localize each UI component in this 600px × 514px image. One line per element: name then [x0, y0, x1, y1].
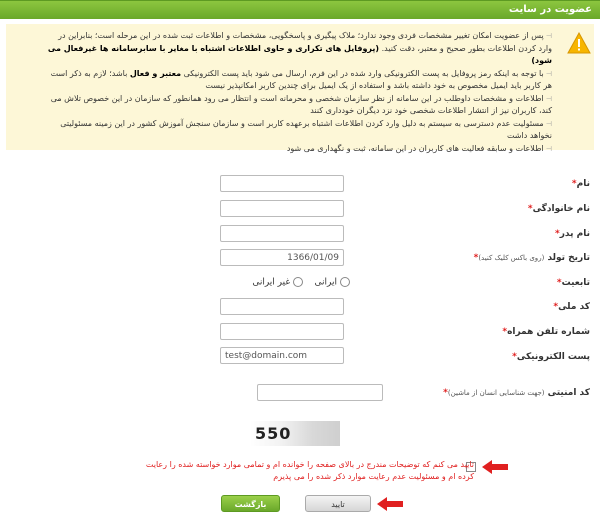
national-code-input[interactable] [220, 298, 344, 315]
birth-date-input[interactable] [220, 249, 344, 266]
mobile-label: شماره تلفن همراه* [502, 327, 590, 337]
arrow-left-icon [482, 460, 508, 474]
notice-item: با توجه به اینکه رمز پروفایل به پست الکت… [47, 68, 552, 93]
first-name-input[interactable] [220, 175, 344, 192]
father-name-label: نام پدر* [555, 229, 590, 239]
notice-list: پس از عضویت امکان تغییر مشخصات فردی وجود… [47, 30, 552, 155]
page-title: عضویت در سایت [508, 4, 592, 15]
agree-text: تایید می کنم که توضیحات مندرج در بالای ص… [145, 460, 474, 481]
mobile-input[interactable] [220, 323, 344, 340]
security-code-input[interactable] [257, 384, 383, 401]
national-code-label: کد ملی* [553, 302, 590, 312]
arrow-left-icon [377, 497, 403, 511]
captcha-image: 550 [250, 421, 340, 446]
notice-item: پس از عضویت امکان تغییر مشخصات فردی وجود… [47, 30, 552, 68]
confirm-button[interactable]: تایید [305, 495, 371, 512]
back-button[interactable]: بازگشت [221, 495, 280, 512]
email-label: پست الکترونیکی* [512, 352, 590, 362]
nationality-label: تابعیت* [556, 278, 590, 288]
notice-item: اطلاعات و سابقه فعالیت های کاربران در ای… [47, 143, 552, 156]
nationality-foreign-radio[interactable] [293, 277, 304, 287]
last-name-label: نام خانوادگی* [527, 204, 590, 214]
nationality-iranian-radio[interactable] [340, 277, 350, 287]
email-input[interactable] [220, 347, 344, 364]
birth-date-label: تاریخ تولد (روی باکس کلیک کنید)* [473, 253, 590, 263]
father-name-input[interactable] [220, 225, 344, 242]
warning-icon [567, 32, 591, 54]
nationality-iranian-label: ایرانی [314, 277, 337, 288]
notice-item: مسئولیت عدم دسترسی به سیستم به دلیل وارد… [47, 118, 552, 143]
page-header: عضویت در سایت [0, 0, 600, 19]
nationality-foreign-label: غیر ایرانی [252, 277, 291, 288]
security-code-label: کد امنیتی (جهت شناسایی انسان از ماشین)* [443, 388, 590, 398]
notice-item: اطلاعات و مشخصات داوطلب در این سامانه از… [47, 93, 552, 118]
last-name-input[interactable] [220, 200, 344, 217]
first-name-label: نام* [571, 179, 590, 189]
nationality-radio-group: ایرانی غیر ایرانی [252, 277, 350, 288]
